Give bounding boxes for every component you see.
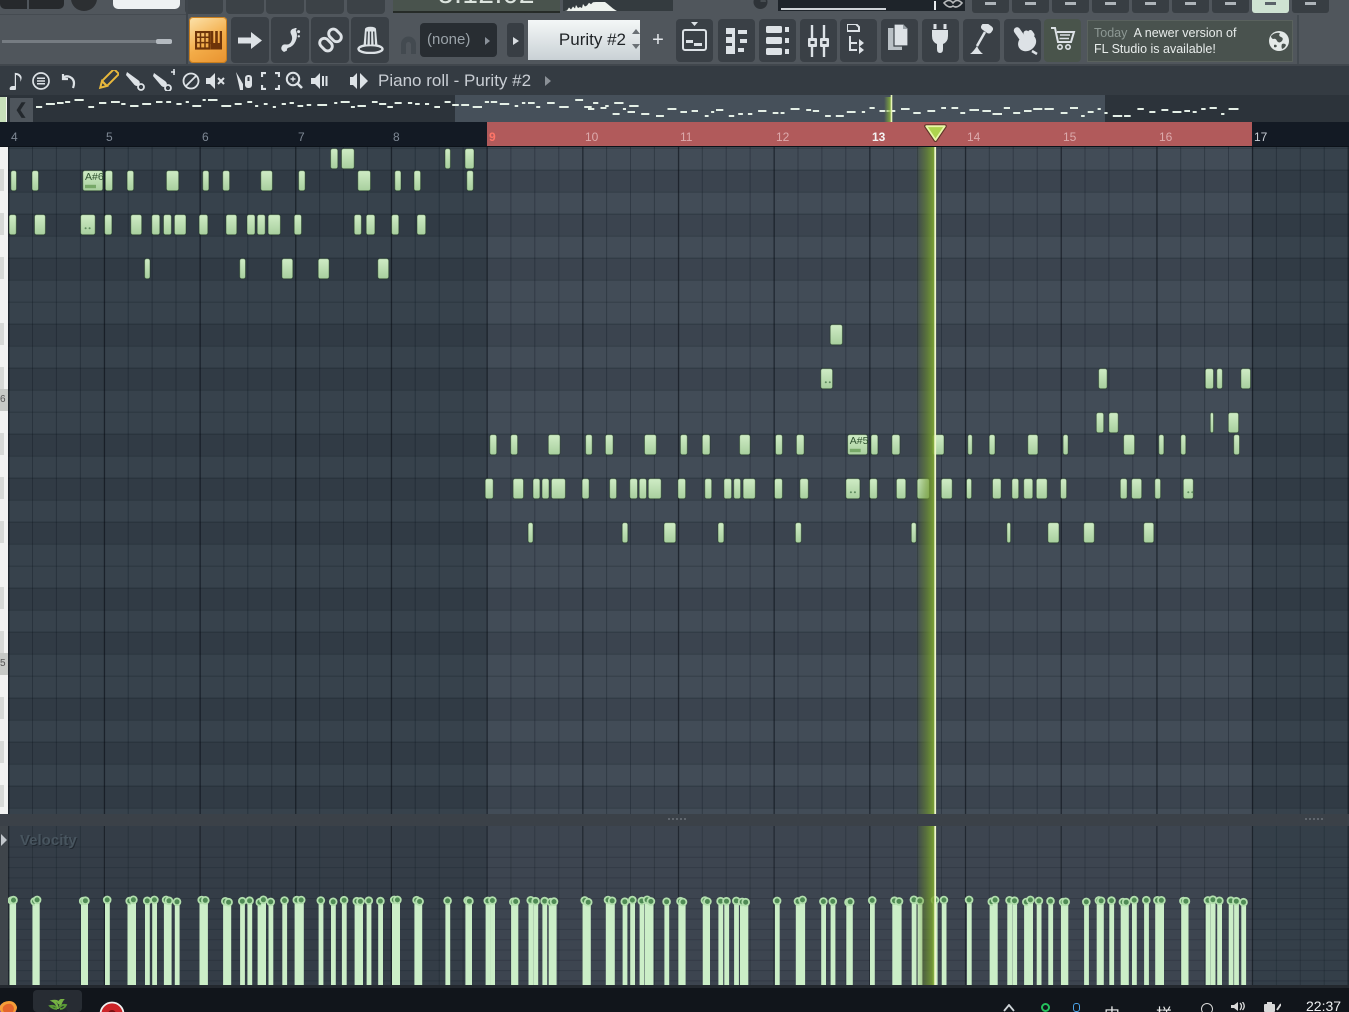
svg-text:A#6: A#6 bbox=[85, 171, 104, 183]
svg-text:A#5: A#5 bbox=[850, 435, 869, 447]
